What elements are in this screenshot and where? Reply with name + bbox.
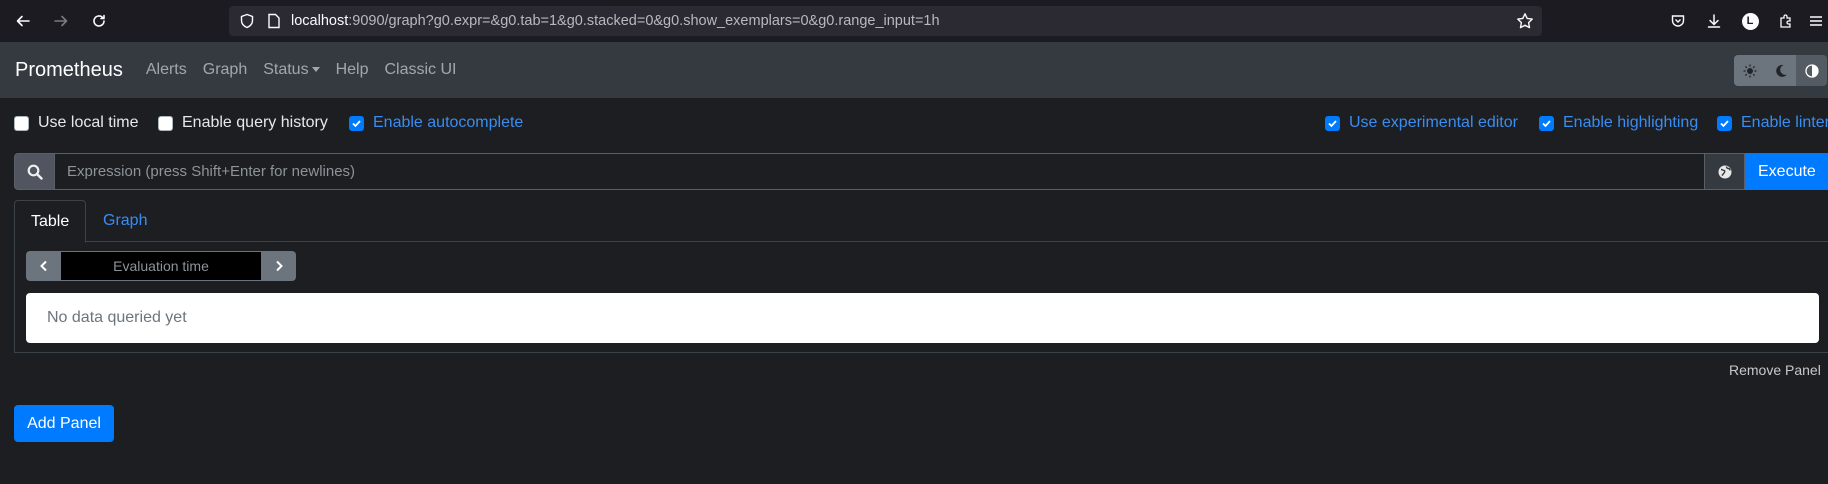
download-icon xyxy=(1707,14,1721,28)
light-theme-button[interactable] xyxy=(1734,55,1765,86)
expression-input[interactable] xyxy=(55,153,1705,190)
linter-label: Enable linter xyxy=(1741,114,1828,131)
execute-button[interactable]: Execute xyxy=(1745,153,1828,190)
hamburger-icon xyxy=(1810,16,1822,26)
linter-checkbox[interactable] xyxy=(1717,115,1732,131)
avatar: L xyxy=(1741,12,1759,30)
chevron-right-icon xyxy=(275,260,283,272)
shield-icon xyxy=(240,13,254,29)
experimental-editor-option[interactable]: Use experimental editor xyxy=(1325,114,1518,132)
account-button[interactable]: L xyxy=(1732,3,1768,39)
experimental-editor-label: Use experimental editor xyxy=(1349,114,1518,131)
highlighting-checkbox[interactable] xyxy=(1539,115,1554,131)
experimental-editor-checkbox[interactable] xyxy=(1325,115,1340,131)
tab-table[interactable]: Table xyxy=(14,200,86,243)
extensions-button[interactable] xyxy=(1768,3,1804,39)
search-icon xyxy=(27,164,43,180)
check-icon xyxy=(1720,119,1729,127)
url-bar[interactable]: localhost:9090/graph?g0.expr=&g0.tab=1&g… xyxy=(229,6,1542,36)
autocomplete-label: Enable autocomplete xyxy=(373,114,524,131)
nav-link-help[interactable]: Help xyxy=(328,61,377,79)
browser-theme-button[interactable] xyxy=(1796,55,1827,86)
status-label: Status xyxy=(263,61,309,78)
contrast-icon xyxy=(1804,63,1819,78)
nav-link-alerts[interactable]: Alerts xyxy=(138,61,195,79)
add-panel-button[interactable]: Add Panel xyxy=(14,405,114,442)
autocomplete-checkbox[interactable] xyxy=(349,115,364,131)
query-history-option[interactable]: Enable query history xyxy=(158,114,328,132)
remove-panel-link[interactable]: Remove Panel xyxy=(1729,362,1821,378)
moon-icon xyxy=(1775,64,1787,77)
nav-link-graph[interactable]: Graph xyxy=(195,61,255,79)
eval-time-back-button[interactable] xyxy=(26,251,61,281)
reload-icon xyxy=(93,14,105,27)
query-history-label: Enable query history xyxy=(182,114,328,131)
arrow-right-icon xyxy=(54,15,68,27)
url-text: localhost:9090/graph?g0.expr=&g0.tab=1&g… xyxy=(291,13,940,29)
arrow-left-icon xyxy=(16,15,30,27)
nav-links: Alerts Graph Status Help Classic UI xyxy=(138,61,465,79)
globe-icon xyxy=(1718,165,1731,178)
dark-theme-button[interactable] xyxy=(1765,55,1796,86)
metrics-explorer-button[interactable] xyxy=(1705,153,1745,190)
highlighting-option[interactable]: Enable highlighting xyxy=(1539,114,1698,132)
local-time-option[interactable]: Use local time xyxy=(14,114,138,132)
eval-time-forward-button[interactable] xyxy=(261,251,296,281)
nav-dropdown-status[interactable]: Status xyxy=(255,61,327,79)
pocket-button[interactable] xyxy=(1660,3,1696,39)
check-icon xyxy=(352,119,361,127)
check-icon xyxy=(1328,119,1337,127)
expression-input-group: Execute xyxy=(14,153,1828,190)
brand[interactable]: Prometheus xyxy=(15,59,123,82)
tab-graph[interactable]: Graph xyxy=(103,200,147,242)
evaluation-time-group xyxy=(26,251,296,281)
browser-toolbar: localhost:9090/graph?g0.expr=&g0.tab=1&g… xyxy=(0,0,1828,42)
linter-option[interactable]: Enable linter xyxy=(1717,114,1828,132)
page-icon xyxy=(268,13,280,29)
pocket-icon xyxy=(1671,15,1685,27)
search-addon xyxy=(14,153,55,190)
back-button[interactable] xyxy=(6,4,40,38)
forward-button[interactable] xyxy=(44,4,78,38)
highlighting-label: Enable highlighting xyxy=(1563,114,1699,131)
sun-icon xyxy=(1743,64,1756,77)
evaluation-time-input[interactable] xyxy=(61,251,261,281)
local-time-label: Use local time xyxy=(38,114,139,131)
check-icon xyxy=(1542,119,1551,127)
panel-tabs: Table Graph xyxy=(14,200,1828,243)
downloads-button[interactable] xyxy=(1696,3,1732,39)
panel-body: No data queried yet xyxy=(14,242,1828,353)
caret-down-icon xyxy=(311,67,320,73)
bookmark-star-icon[interactable] xyxy=(1516,12,1534,30)
chevron-left-icon xyxy=(39,260,47,272)
app-navbar: Prometheus Alerts Graph Status Help Clas… xyxy=(0,42,1828,98)
menu-button[interactable] xyxy=(1804,3,1828,39)
autocomplete-option[interactable]: Enable autocomplete xyxy=(349,114,523,132)
local-time-checkbox[interactable] xyxy=(14,115,29,131)
nav-link-classic-ui[interactable]: Classic UI xyxy=(376,61,464,79)
theme-toggle-group xyxy=(1734,55,1827,86)
no-data-message: No data queried yet xyxy=(26,293,1819,343)
reload-button[interactable] xyxy=(82,4,116,38)
puzzle-icon xyxy=(1780,14,1791,28)
query-history-checkbox[interactable] xyxy=(158,115,173,131)
